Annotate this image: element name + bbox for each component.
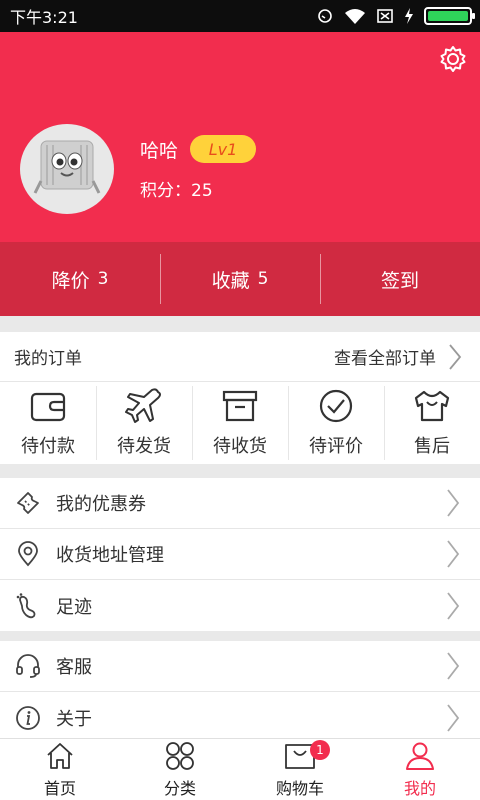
nav-mine[interactable]: 我的 [360,739,480,800]
chevron-right-icon [447,591,460,620]
nav-category[interactable]: 分类 [120,739,240,800]
profile-header: 哈哈 Lv1 积分：25 [0,32,480,242]
menu-item-customer-service[interactable]: 客服 [0,641,480,692]
status-bar: 下午3:21 [0,0,480,32]
alarm-icon [318,9,332,23]
status-time: 下午3:21 [10,8,78,27]
orders-header: 我的订单 查看全部订单 [0,332,480,382]
info-icon [14,704,42,732]
order-pending-shipment[interactable]: 待发货 [96,382,192,464]
status-icons [316,7,475,25]
nav-label: 购物车 [275,778,324,798]
stat-count: 3 [97,269,109,289]
menu-item-about[interactable]: 关于 [0,692,480,743]
home-icon [47,742,73,769]
menu-item-label: 足迹 [56,596,92,618]
price-drop-button[interactable]: 降价 3 [0,242,160,316]
stat-count: 5 [257,269,269,289]
nav-home[interactable]: 首页 [0,739,120,800]
avatar[interactable] [20,124,114,214]
airplane-icon [125,388,161,423]
order-item-label: 待评价 [309,436,363,457]
order-pending-receipt[interactable]: 待收货 [192,382,288,464]
bottom-navigation: 首页 分类 购物车 1 我的 [0,738,480,800]
charging-icon [405,8,413,24]
chevron-right-icon [449,343,462,370]
ticket-icon [14,489,42,517]
nav-label: 分类 [163,778,196,798]
level-badge: Lv1 [190,135,256,163]
footprint-icon [14,592,42,620]
menu-item-coupons[interactable]: 我的优惠券 [0,478,480,529]
order-pending-payment[interactable]: 待付款 [0,382,96,464]
gear-icon [440,46,466,72]
cart-count-badge: 1 [310,740,330,760]
chevron-right-icon [447,652,460,680]
order-item-label: 售后 [414,436,450,457]
headset-icon [14,652,42,680]
wifi-icon [345,9,365,24]
order-item-label: 待发货 [117,436,171,457]
view-all-label: 查看全部订单 [334,349,436,369]
order-status-grid: 待付款 待发货 待收货 待评价 售后 [0,382,480,464]
stat-label: 签到 [380,269,419,292]
battery-icon [424,7,475,25]
favorites-button[interactable]: 收藏 5 [160,242,320,316]
menu-item-address[interactable]: 收货地址管理 [0,529,480,580]
stat-label: 收藏 [211,269,250,292]
chevron-right-icon [447,489,460,517]
username: 哈哈 [140,140,179,162]
checkin-button[interactable]: 签到 [320,242,480,316]
points-text: 积分：25 [140,181,213,201]
menu-item-label: 关于 [56,708,92,730]
menu-group-account: 我的优惠券 收货地址管理 足迹 [0,478,480,631]
shirt-icon [414,390,450,422]
stats-bar: 降价 3 收藏 5 签到 [0,242,480,316]
user-icon [406,742,434,770]
check-circle-icon [319,389,353,423]
menu-item-label: 客服 [56,657,92,678]
wallet-icon [30,392,66,422]
avatar-image [33,140,101,194]
location-pin-icon [14,540,42,568]
menu-item-label: 我的优惠券 [56,494,146,515]
view-all-orders-link[interactable]: 查看全部订单 [334,343,462,371]
chevron-right-icon [447,703,460,732]
grid-icon [166,741,194,770]
order-item-label: 待收货 [213,436,267,457]
chevron-right-icon [447,540,460,568]
stat-label: 降价 [51,269,90,292]
order-pending-review[interactable]: 待评价 [288,382,384,464]
menu-item-label: 收货地址管理 [56,545,164,566]
nav-label: 首页 [43,778,76,798]
order-after-sales[interactable]: 售后 [384,382,480,464]
no-sim-icon [377,9,393,23]
box-icon [222,390,258,422]
orders-title: 我的订单 [14,349,82,369]
nav-cart[interactable]: 购物车 1 [240,739,360,800]
order-item-label: 待付款 [21,436,75,457]
menu-item-footprint[interactable]: 足迹 [0,580,480,631]
nav-label: 我的 [403,778,436,798]
menu-group-support: 客服 关于 [0,641,480,743]
settings-button[interactable] [436,42,470,76]
